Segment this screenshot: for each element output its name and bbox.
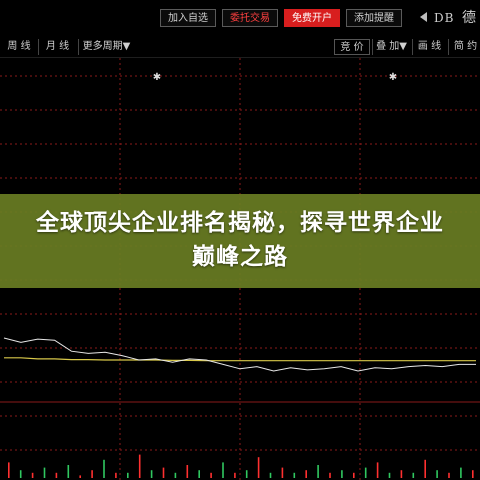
volume-bar [43,467,46,478]
volume-bar [376,462,379,478]
volume-bar [67,465,70,478]
tab-weekly[interactable]: 周 线 [0,39,38,55]
draw-line-button[interactable]: 画 线 [412,39,446,55]
symbol-name: 德 [462,10,476,26]
volume-bar [472,470,474,478]
volume-bar [198,470,200,478]
volume-bar [103,459,105,478]
volume-bar [329,472,331,478]
more-periods-dropdown[interactable]: 更多周期▼ [78,39,134,55]
volume-bar [55,472,58,478]
volume-bar [364,467,367,478]
volume-bar [91,470,93,478]
volume-bar [245,470,248,478]
volume-bar [305,470,307,478]
overlay-dropdown[interactable]: 叠 加▼ [372,39,410,55]
volume-bar [460,467,462,478]
volume-bar [234,472,236,478]
volume-bar [150,470,153,478]
volume-bar [162,467,165,478]
volume-bar [293,472,296,478]
volume-bar [79,475,81,478]
add-watchlist-button[interactable]: 加入自选 [160,9,216,27]
volume-bar [115,472,117,478]
volume-bar [436,470,438,478]
top-toolbar: 加入自选 委托交易 免费开户 添加提醒 DB 德 [0,0,480,36]
volume-bar [353,472,355,478]
volume-bar [138,454,141,478]
volume-bar [31,472,34,478]
headline-banner: 全球顶尖企业排名揭秘，探寻世界企业巅峰之路 [0,194,480,288]
volume-bar [424,459,426,478]
previous-symbol-icon[interactable] [420,12,427,22]
volume-bar [257,457,260,478]
symbol-code: DB [434,11,455,25]
volume-bar [222,462,224,478]
star-marker: ✱ [389,72,397,83]
entrust-trade-button[interactable]: 委托交易 [222,9,278,27]
period-toolbar: 周 线 月 线 更多周期▼ 竞 价 叠 加▼ 画 线 简 约 [0,37,480,58]
volume-bar [186,465,189,478]
free-account-button[interactable]: 免费开户 [284,9,340,27]
volume-bar [8,462,10,478]
volume-bar [388,472,391,478]
volume-bar [174,472,177,478]
volume-bar [400,470,403,478]
volume-bar [19,470,22,478]
volume-bar [448,472,450,478]
volume-bar [210,472,212,478]
volume-bar [317,465,319,478]
volume-bar [269,472,272,478]
volume-bar [412,472,415,478]
volume-bar [127,472,129,478]
star-marker: ✱ [153,72,161,83]
brief-view-button[interactable]: 简 约 [448,39,480,55]
bid-price-button[interactable]: 竞 价 [334,39,370,55]
add-reminder-button[interactable]: 添加提醒 [346,9,402,27]
volume-bar [341,470,343,478]
headline-text: 全球顶尖企业排名揭秘，探寻世界企业巅峰之路 [36,210,444,270]
volume-bar [281,467,284,478]
tab-monthly[interactable]: 月 线 [38,39,76,55]
